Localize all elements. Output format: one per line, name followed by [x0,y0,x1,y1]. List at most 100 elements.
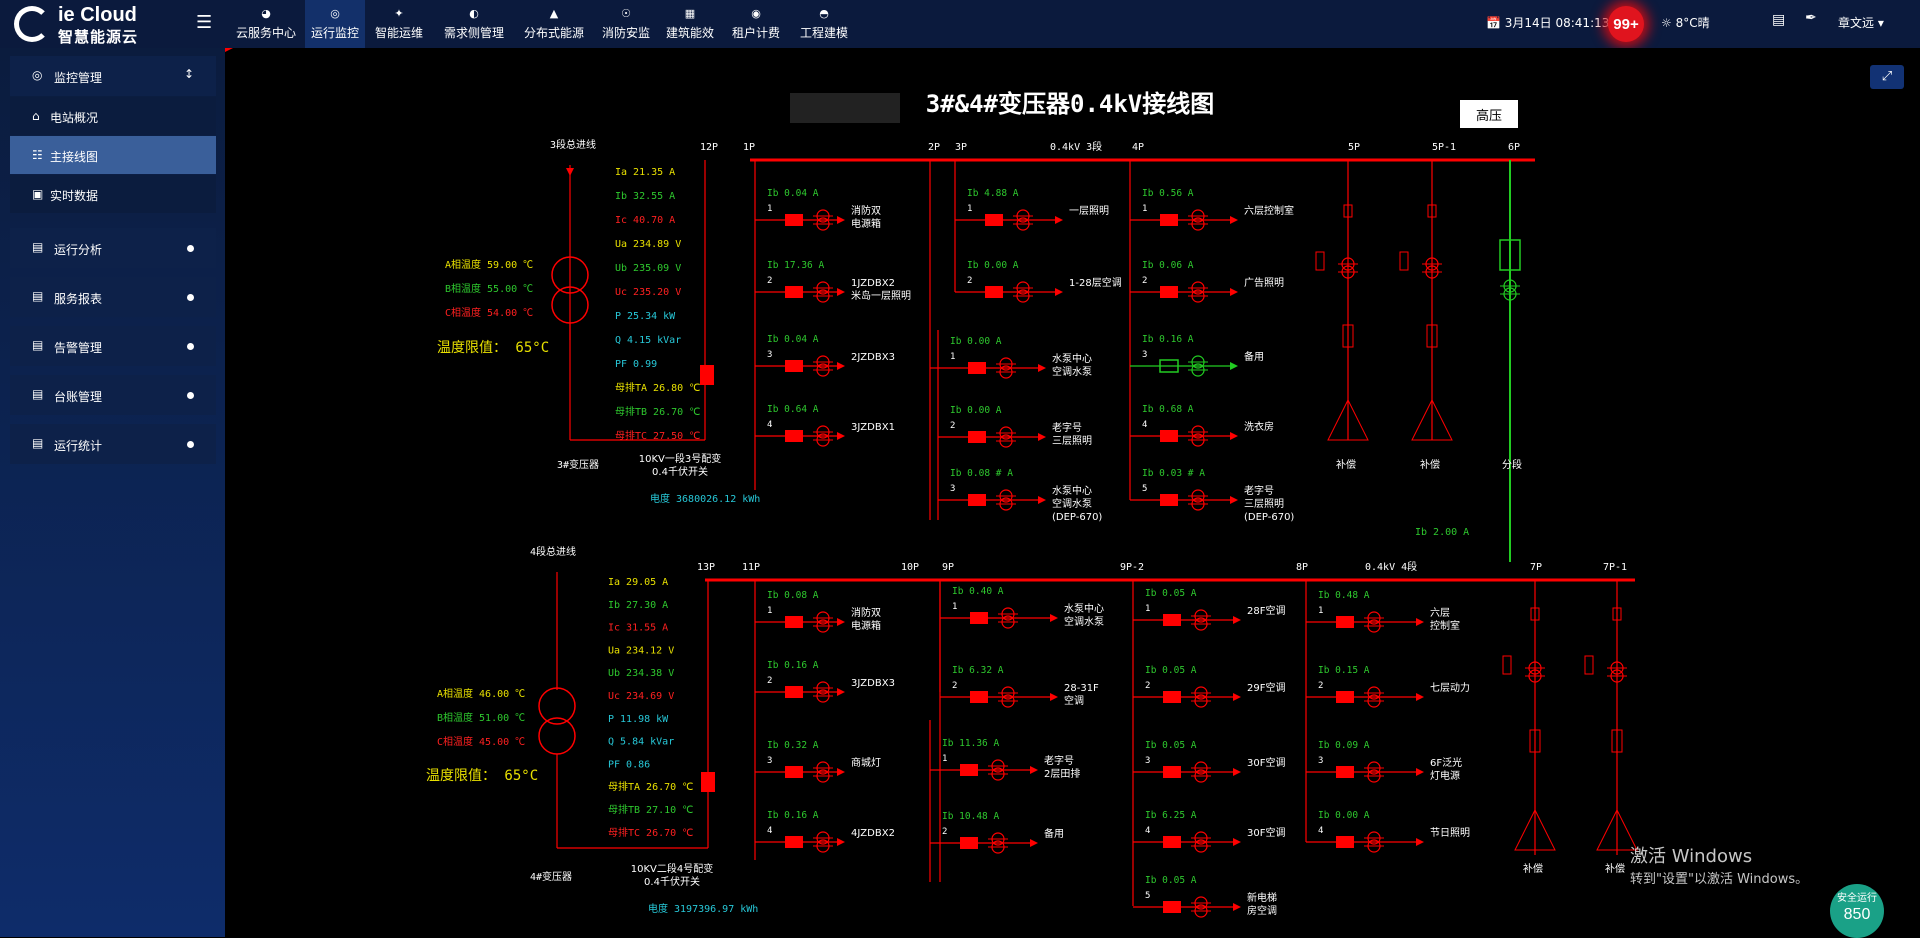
sidebar-item-2[interactable]: ▤ 服务报表 [10,277,216,317]
breaker-icon[interactable] [1163,766,1181,778]
breaker-icon[interactable] [985,214,1003,226]
breaker-icon[interactable] [1163,691,1181,703]
nav-tab-5[interactable]: ▲ 分布式能源 [518,0,590,48]
main-breaker-icon[interactable] [700,365,714,385]
breaker-icon[interactable] [785,836,803,848]
measurement-value: Uc 235.20 V [615,287,681,298]
feeder-number: 1 [942,754,947,764]
feeder-name: 水泵中心空调水泵(DEP-670) [1052,484,1102,523]
arrow-icon [837,768,845,776]
feeder-number: 2 [1142,276,1147,286]
breaker-icon[interactable] [1160,286,1178,298]
breaker-icon[interactable] [1163,614,1181,626]
safety-days-badge: 安全运行 850 [1830,884,1884,938]
breaker-icon[interactable] [1336,691,1354,703]
measurement-value: Q 5.84 kVar [608,737,674,748]
breaker-icon[interactable] [1160,214,1178,226]
feeder-name: 老字号三层照明 [1052,421,1092,447]
breaker-icon[interactable] [785,286,803,298]
feeder-current-value: Ib 0.06 A [1142,260,1194,271]
feeder-current-value: Ib 0.16 A [767,810,819,821]
billing-icon: ◉ [751,6,761,20]
nav-tab-8[interactable]: ◉ 租户计费 [726,0,786,48]
measurement-value: Ia 21.35 A [615,167,675,178]
document-icon[interactable]: ▤ [1772,12,1785,28]
feeder-name: 28-31F 空调 [1064,683,1099,707]
breaker-icon[interactable] [785,360,803,372]
breaker-icon[interactable] [1163,836,1181,848]
nav-tab-3[interactable]: ✦ 智能运维 [369,0,429,48]
demand-icon: ◐ [469,6,479,20]
sidebar-group-monitoring[interactable]: ◎ 监控管理 ↕ [10,56,216,96]
model-icon: ◓ [819,6,829,20]
breaker-icon[interactable] [968,494,986,506]
feeder-number: 3 [1145,756,1150,766]
breaker-icon[interactable] [1160,494,1178,506]
breaker-icon[interactable] [970,612,988,624]
feeder-number: 4 [767,420,772,430]
arrow-icon [837,432,845,440]
nav-tab-6[interactable]: ☉ 消防安监 [596,0,656,48]
alarm-count-badge[interactable]: 99+ [1608,6,1644,42]
sidebar-item-5[interactable]: ▤ 运行统计 [10,424,216,464]
breaker-icon[interactable] [968,362,986,374]
breaker-icon[interactable] [1336,836,1354,848]
feeder-current-value: Ib 0.00 A [1318,810,1370,821]
arrow-icon [1233,693,1241,701]
app-logo[interactable]: ie Cloud 智慧能源云 [14,4,224,46]
nav-tab-9[interactable]: ◓ 工程建模 [794,0,854,48]
breaker-icon[interactable] [785,430,803,442]
sidebar-subitem-overview[interactable]: ⌂ 电站概况 [10,97,216,135]
arrow-icon [1030,839,1038,847]
arrow-icon [837,838,845,846]
brush-icon[interactable]: ✒ [1805,10,1817,26]
user-menu[interactable]: 章文远 ▾ [1838,14,1884,31]
energy-reading: 电度 3680026.12 kWh [650,492,760,505]
feeder-number: 4 [1318,826,1323,836]
breaker-icon[interactable] [960,837,978,849]
breaker-icon[interactable] [985,286,1003,298]
breaker-icon[interactable] [960,764,978,776]
sidebar-item-3[interactable]: ▤ 告警管理 [10,326,216,366]
main-breaker-icon[interactable] [701,772,715,792]
breaker-icon[interactable] [785,766,803,778]
feeder-name: 水泵中心空调水泵 [1052,352,1092,378]
feeder-name: 1JZDBX2 米岛一层照明 [851,278,911,302]
feeder-name: 商城灯 [851,756,881,769]
arrow-icon [1055,288,1063,296]
breaker-icon[interactable] [1160,430,1178,442]
sidebar-item-4[interactable]: ▤ 台账管理 [10,375,216,415]
wiring-diagram: 3#&4#变压器0.4kV接线图 高压 0.4kV 3段 12P 1P 2P 3P 4P 5P 5… [225,48,1638,918]
nav-tab-4[interactable]: ◐ 需求侧管理 [438,0,510,48]
sidebar-subitem-wiring[interactable]: ☷ 主接线图 [10,136,216,174]
panel-label: 9P [942,562,954,573]
breaker-icon[interactable] [1163,901,1181,913]
sidebar-item-label: 服务报表 [54,292,103,306]
arrow-icon [1055,216,1063,224]
arrow-icon [1230,362,1238,370]
screen-icon: ▣ [32,187,44,201]
nav-tab-label: 需求侧管理 [444,25,505,40]
nav-tab-1[interactable]: ◕ 云服务中心 [230,0,302,48]
nav-tab-2[interactable]: ◎ 运行监控 [305,0,366,48]
sidebar-item-1[interactable]: ▤ 运行分析 [10,228,216,268]
panel-label: 11P [742,562,760,573]
diagram-title: 3#&4#变压器0.4kV接线图 [926,90,1215,118]
breaker-icon[interactable] [785,616,803,628]
menu-toggle-icon[interactable]: ☰ [196,12,212,33]
sidebar-subitem-realtime[interactable]: ▣ 实时数据 [10,175,216,213]
measurement-value: Q 4.15 kVar [615,335,681,346]
breaker-icon[interactable] [970,691,988,703]
feeder-number: 4 [1145,826,1150,836]
sidebar-item-label: 告警管理 [54,341,103,355]
breaker-icon[interactable] [968,431,986,443]
breaker-icon[interactable] [1336,766,1354,778]
breaker-icon[interactable] [785,686,803,698]
section-current: Ib 2.00 A [1415,527,1469,538]
feeder-number: 2 [967,276,972,286]
breaker-icon[interactable] [1336,616,1354,628]
feeder-current-value: Ib 6.32 A [952,665,1004,676]
breaker-icon[interactable] [785,214,803,226]
feeder-current-value: Ib 0.08 # A [950,468,1013,479]
nav-tab-7[interactable]: ▦ 建筑能效 [660,0,720,48]
